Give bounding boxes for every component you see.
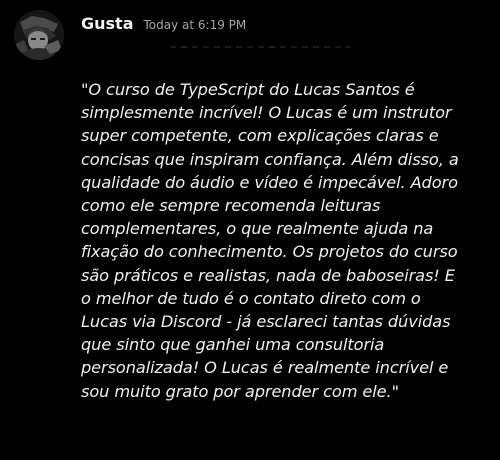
message-line: qualidade do áudio e vídeo é impecável. … (81, 172, 458, 192)
message-line: "O curso de TypeScript do Lucas Santos é (81, 80, 415, 99)
message-line: são práticos e realistas, nada de babose… (81, 265, 455, 285)
message-line: que sinto que ganhei uma consultoria (81, 335, 385, 355)
message-line: Lucas via Discord - já esclareci tantas … (81, 312, 451, 332)
message-line: concisas que inspiram confiança. Além di… (81, 149, 459, 169)
message-line: simplesmente incrível! O Lucas é um inst… (81, 103, 452, 123)
message-line: o melhor de tudo é o contato direto com … (81, 288, 421, 308)
timestamp: Today at 6:19 PM (143, 18, 247, 32)
message-line: como ele sempre recomenda leituras (81, 196, 381, 216)
message-line: super competente, com explicações claras… (81, 126, 439, 146)
chat-message: Gusta Today at 6:19 PM "O curso de TypeS… (0, 0, 500, 460)
message-line: sou muito grato por aprender com ele." (81, 381, 399, 401)
message-content: "O curso de TypeScript do Lucas Santos é… (81, 78, 491, 403)
message-header: Gusta Today at 6:19 PM (81, 14, 246, 38)
avatar-illustration (14, 10, 64, 60)
message-line: fixação do conhecimento. Os projetos do … (81, 242, 458, 262)
username[interactable]: Gusta (81, 14, 134, 33)
user-avatar-icon[interactable] (14, 10, 64, 60)
message-line: personalizada! O Lucas é realmente incrí… (81, 358, 449, 378)
divider (170, 46, 350, 48)
message-line: complementares, o que realmente ajuda na (81, 219, 434, 239)
